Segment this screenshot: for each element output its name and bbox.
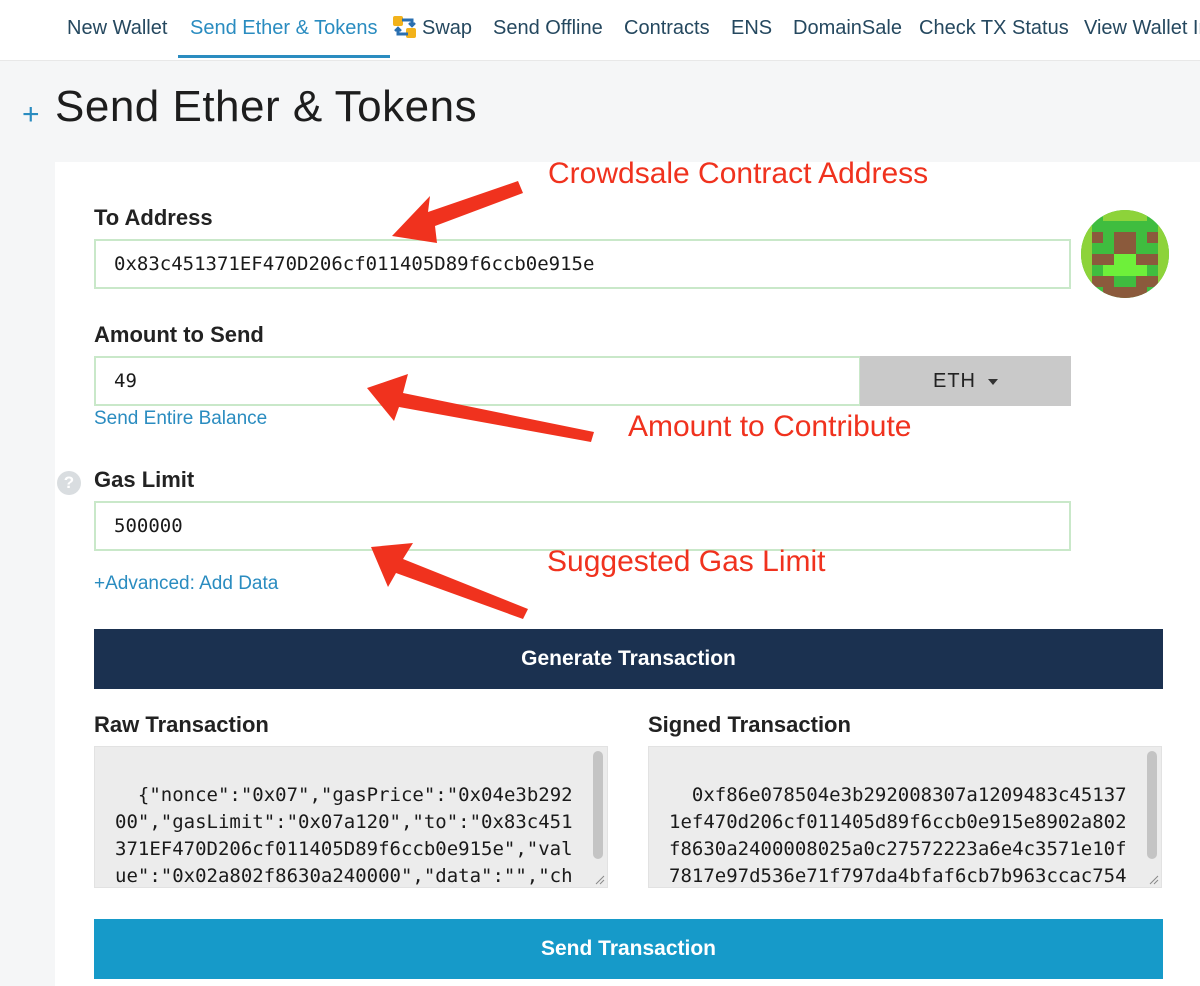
- annotation-arrows: [367, 181, 594, 619]
- arrow-to-gas: [371, 543, 528, 619]
- arrow-to-amount: [367, 374, 594, 442]
- annotation-contribute: Amount to Contribute: [628, 410, 912, 443]
- annotation-gas: Suggested Gas Limit: [547, 545, 826, 578]
- annotation-crowdsale: Crowdsale Contract Address: [548, 157, 929, 190]
- arrow-to-address: [392, 181, 523, 243]
